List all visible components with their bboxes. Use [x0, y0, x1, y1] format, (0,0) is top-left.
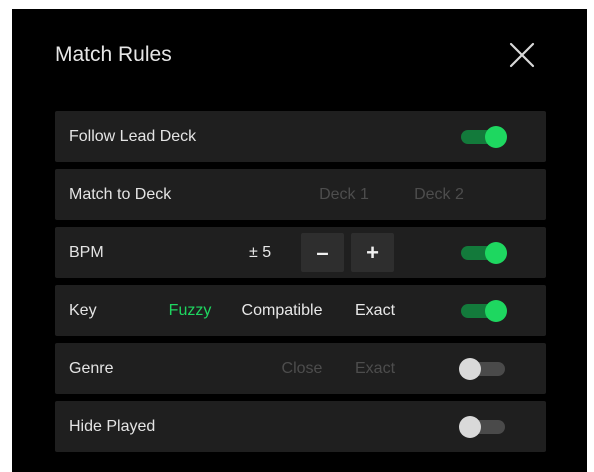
deck-1-option[interactable]: Deck 1 — [319, 169, 369, 220]
follow-lead-deck-label: Follow Lead Deck — [69, 128, 197, 145]
genre-label: Genre — [69, 360, 114, 377]
toggle-knob — [485, 300, 507, 322]
toggle-knob — [485, 242, 507, 264]
row-genre: Genre Close Exact — [55, 343, 546, 394]
match-rules-dialog: Match Rules Follow Lead Deck Match to De… — [12, 9, 587, 472]
toggle-knob — [459, 416, 481, 438]
hide-played-label: Hide Played — [69, 418, 156, 435]
dialog-title: Match Rules — [55, 43, 172, 66]
toggle-knob — [485, 126, 507, 148]
genre-exact-option[interactable]: Exact — [355, 343, 395, 394]
bpm-increment-button[interactable]: + — [351, 233, 394, 272]
key-label: Key — [69, 302, 97, 319]
row-bpm: BPM ± 5 – + — [55, 227, 546, 278]
row-hide-played: Hide Played — [55, 401, 546, 452]
close-icon[interactable] — [508, 41, 536, 69]
key-toggle[interactable] — [459, 300, 507, 322]
bpm-label: BPM — [69, 244, 104, 261]
key-exact-option[interactable]: Exact — [355, 285, 395, 336]
row-follow-lead-deck: Follow Lead Deck — [55, 111, 546, 162]
bpm-toggle[interactable] — [459, 242, 507, 264]
key-fuzzy-option[interactable]: Fuzzy — [169, 285, 212, 336]
bpm-range-value: ± 5 — [249, 244, 272, 261]
key-compatible-option[interactable]: Compatible — [242, 285, 323, 336]
toggle-knob — [459, 358, 481, 380]
genre-toggle[interactable] — [459, 358, 507, 380]
follow-lead-deck-toggle[interactable] — [459, 126, 507, 148]
deck-2-option[interactable]: Deck 2 — [414, 169, 464, 220]
row-key: Key Fuzzy Compatible Exact — [55, 285, 546, 336]
match-to-deck-label: Match to Deck — [69, 186, 172, 203]
hide-played-toggle[interactable] — [459, 416, 507, 438]
row-match-to-deck: Match to Deck Deck 1 Deck 2 — [55, 169, 546, 220]
genre-close-option[interactable]: Close — [282, 343, 323, 394]
bpm-decrement-button[interactable]: – — [301, 233, 344, 272]
